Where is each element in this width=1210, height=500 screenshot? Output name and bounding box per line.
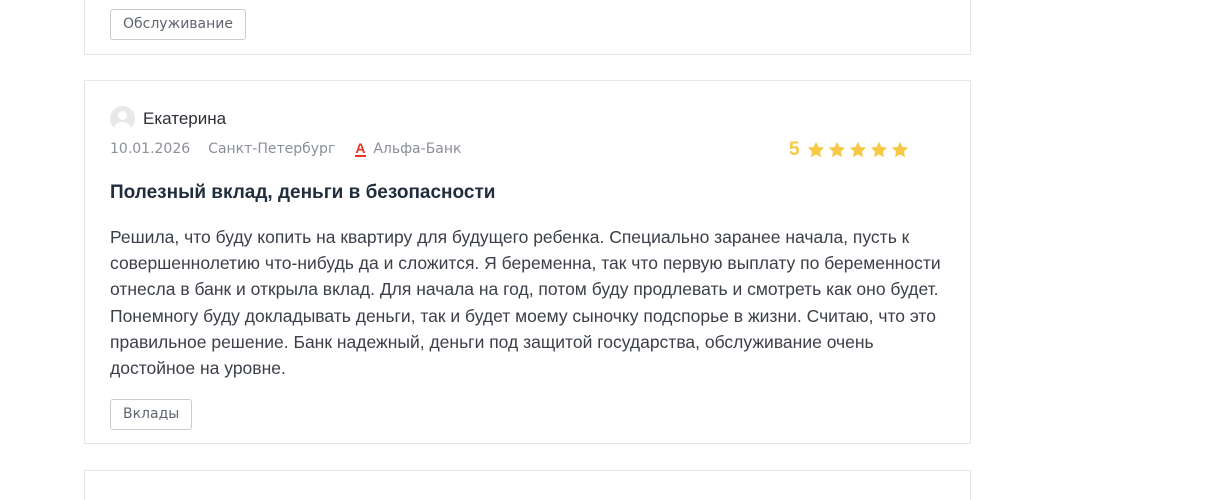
review-rating: 5 <box>789 139 910 161</box>
review-author: Екатерина <box>110 106 226 131</box>
star-icon <box>891 141 908 158</box>
rating-stars <box>806 140 910 160</box>
tag-service[interactable]: Обслуживание <box>110 9 246 40</box>
review-title[interactable]: Полезный вклад, деньги в безопасности <box>110 182 495 204</box>
previous-review-card: Обслуживание <box>84 0 971 55</box>
review-meta: 10.01.2026 Санкт-Петербург А Альфа-Банк <box>110 141 461 157</box>
star-icon <box>828 141 845 158</box>
review-date: 10.01.2026 <box>110 141 191 157</box>
review-city: Санкт-Петербург <box>208 141 336 157</box>
review-card: Екатерина 10.01.2026 Санкт-Петербург А А… <box>84 80 971 444</box>
review-text: Решила, что буду копить на квартиру для … <box>110 227 941 379</box>
author-name[interactable]: Екатерина <box>143 109 226 129</box>
next-review-card <box>84 470 971 500</box>
bank-name[interactable]: Альфа-Банк <box>373 141 461 157</box>
star-icon <box>849 141 866 158</box>
star-icon <box>807 141 824 158</box>
alfa-bank-logo-icon: А <box>355 140 367 157</box>
bank-link[interactable]: А Альфа-Банк <box>355 141 461 157</box>
tag-deposits[interactable]: Вклады <box>110 399 193 430</box>
user-avatar-icon <box>110 106 135 131</box>
star-icon <box>870 141 887 158</box>
rating-value: 5 <box>789 139 800 160</box>
